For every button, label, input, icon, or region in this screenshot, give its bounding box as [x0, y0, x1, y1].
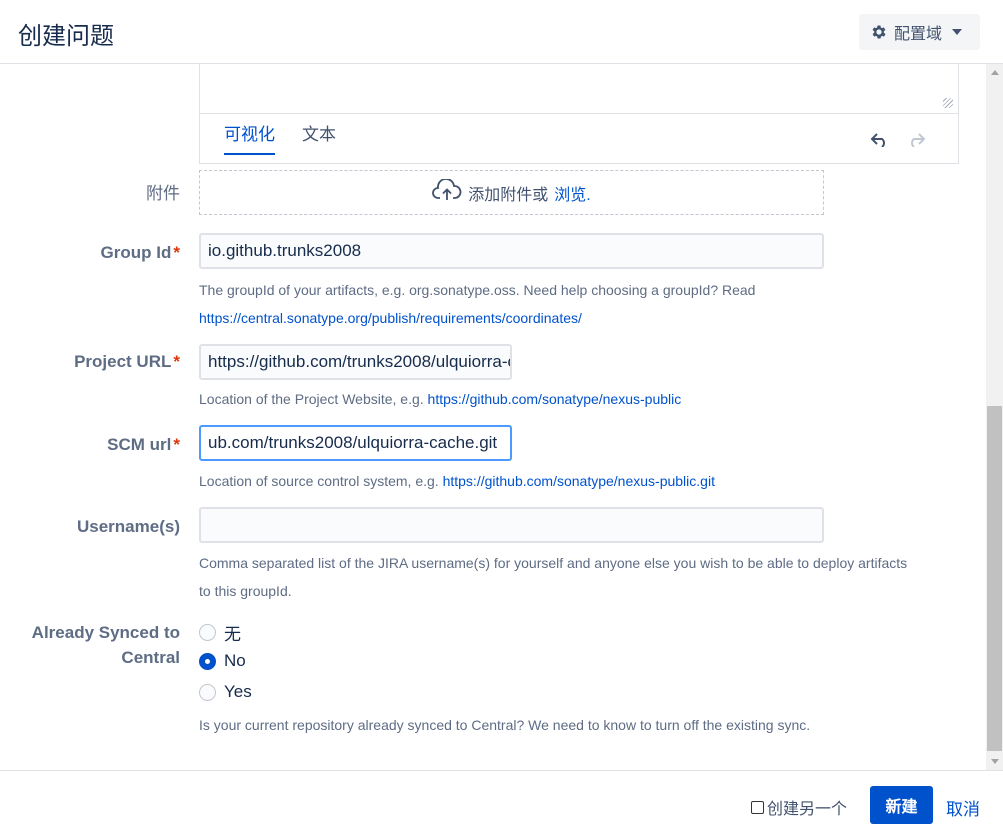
- required-marker: *: [173, 243, 180, 262]
- group-id-help-text: The groupId of your artifacts, e.g. org.…: [199, 282, 756, 298]
- attachment-text: 添加附件或: [468, 186, 549, 204]
- browse-link[interactable]: 浏览.: [554, 181, 590, 205]
- configure-fields-label: 配置域: [894, 26, 943, 43]
- usernames-input[interactable]: [199, 507, 824, 543]
- project-url-label: Project URL *: [0, 352, 180, 372]
- usernames-help-line2: to this groupId.: [199, 583, 292, 599]
- radio-yes-label: Yes: [224, 682, 252, 701]
- chevron-down-icon: [952, 29, 963, 35]
- configure-fields-button[interactable]: 配置域: [859, 14, 980, 50]
- scroll-thumb[interactable]: [987, 406, 1002, 751]
- create-another-option[interactable]: 创建另一个: [751, 795, 847, 819]
- group-id-label-text: Group Id: [100, 243, 172, 262]
- project-url-value: https://github.com/trunks2008/ulquiorra-…: [208, 352, 510, 371]
- vertical-scrollbar[interactable]: [986, 64, 1003, 770]
- description-editor[interactable]: 可视化 文本: [199, 64, 959, 164]
- scm-url-label-text: SCM url: [107, 435, 172, 454]
- create-another-label: 创建另一个: [767, 801, 848, 818]
- radio-none-label: 无: [224, 625, 241, 644]
- required-marker: *: [173, 435, 180, 454]
- required-marker: *: [173, 352, 180, 371]
- project-url-input[interactable]: https://github.com/trunks2008/ulquiorra-…: [199, 344, 512, 380]
- tab-text[interactable]: 文本: [302, 120, 336, 145]
- radio-none[interactable]: [199, 624, 216, 641]
- scm-url-help-link[interactable]: https://github.com/sonatype/nexus-public…: [443, 473, 715, 489]
- project-url-help-text: Location of the Project Website, e.g.: [199, 391, 424, 407]
- undo-icon[interactable]: [870, 133, 890, 152]
- synced-help: Is your current repository already synce…: [199, 717, 811, 733]
- synced-option-none[interactable]: 无: [199, 620, 241, 645]
- project-url-help-link[interactable]: https://github.com/sonatype/nexus-public: [428, 391, 682, 407]
- attachment-label: 附件: [146, 184, 180, 203]
- gear-icon: [870, 23, 888, 41]
- group-id-label: Group Id *: [0, 243, 180, 263]
- scm-url-help-text: Location of source control system, e.g.: [199, 473, 439, 489]
- create-another-checkbox[interactable]: [751, 800, 764, 814]
- cloud-upload-icon: [432, 178, 462, 206]
- scm-url-label: SCM url *: [0, 435, 180, 455]
- dialog-header: 创建问题 配置域: [0, 0, 1003, 64]
- usernames-help-line1: Comma separated list of the JIRA usernam…: [199, 555, 908, 571]
- resize-handle-icon[interactable]: [943, 98, 953, 108]
- radio-no-label: No: [224, 651, 246, 670]
- synced-option-yes[interactable]: Yes: [199, 682, 252, 702]
- usernames-help: Comma separated list of the JIRA usernam…: [199, 549, 907, 605]
- group-id-input[interactable]: io.github.trunks2008: [199, 233, 824, 269]
- scm-url-help: Location of source control system, e.g. …: [199, 467, 715, 495]
- project-url-label-text: Project URL: [74, 352, 172, 371]
- scroll-down-icon[interactable]: [986, 753, 1003, 770]
- attachment-dropzone[interactable]: 添加附件或 浏览.: [199, 170, 824, 215]
- scm-url-value: ub.com/trunks2008/ulquiorra-cache.git: [208, 433, 498, 452]
- synced-label: Already Synced to Central: [0, 620, 180, 670]
- radio-no[interactable]: [199, 652, 216, 670]
- project-url-help: Location of the Project Website, e.g. ht…: [199, 385, 681, 413]
- dialog-title: 创建问题: [18, 23, 114, 50]
- editor-textarea[interactable]: [200, 64, 958, 114]
- synced-label-line1: Already Synced to: [31, 623, 180, 642]
- dialog-footer: 创建另一个 新建 取消: [0, 770, 1003, 827]
- tab-visual[interactable]: 可视化: [224, 120, 275, 155]
- redo-icon[interactable]: [906, 133, 926, 152]
- usernames-label: Username(s): [77, 517, 180, 536]
- synced-option-no[interactable]: No: [199, 651, 246, 671]
- group-id-help-link[interactable]: https://central.sonatype.org/publish/req…: [199, 310, 582, 326]
- group-id-value: io.github.trunks2008: [208, 241, 362, 260]
- cancel-link[interactable]: 取消: [946, 795, 980, 820]
- create-button[interactable]: 新建: [870, 786, 933, 824]
- scroll-up-icon[interactable]: [986, 64, 1003, 81]
- radio-yes[interactable]: [199, 683, 216, 701]
- scm-url-input[interactable]: ub.com/trunks2008/ulquiorra-cache.git: [199, 425, 512, 461]
- dialog-content[interactable]: 可视化 文本 附件 添加附件或 浏览. Group Id * io.github.…: [0, 64, 986, 770]
- group-id-help: The groupId of your artifacts, e.g. org.…: [199, 276, 755, 332]
- synced-label-line2: Central: [121, 648, 180, 667]
